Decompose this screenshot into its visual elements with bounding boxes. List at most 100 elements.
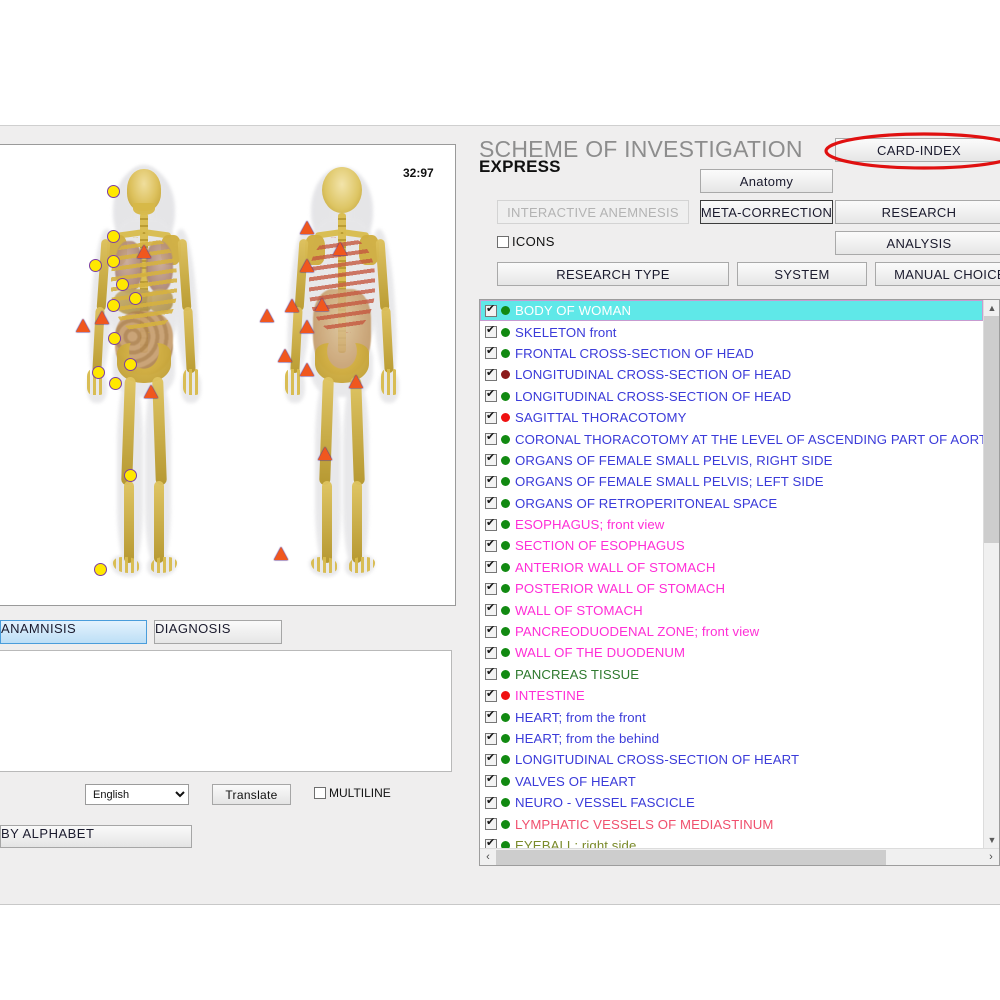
list-item-checkbox[interactable] — [485, 412, 497, 424]
marker-triangle[interactable] — [300, 363, 314, 376]
list-item[interactable]: SAGITTAL THORACOTOMY — [480, 407, 983, 428]
marker-dot[interactable] — [94, 563, 107, 576]
list-item[interactable]: ORGANS OF FEMALE SMALL PELVIS, RIGHT SID… — [480, 450, 983, 471]
body-front-view[interactable] — [39, 159, 249, 589]
list-item-checkbox[interactable] — [485, 583, 497, 595]
list-item-checkbox[interactable] — [485, 754, 497, 766]
list-item[interactable]: PANCREODUODENAL ZONE; front view — [480, 621, 983, 642]
list-item-checkbox[interactable] — [485, 476, 497, 488]
marker-dot[interactable] — [107, 185, 120, 198]
marker-dot[interactable] — [107, 230, 120, 243]
list-item-checkbox[interactable] — [485, 775, 497, 787]
marker-triangle[interactable] — [300, 259, 314, 272]
scroll-left-icon[interactable]: ‹ — [480, 849, 496, 865]
list-item-checkbox[interactable] — [485, 454, 497, 466]
list-item-checkbox[interactable] — [485, 326, 497, 338]
investigation-list[interactable]: BODY OF WOMANSKELETON frontFRONTAL CROSS… — [479, 299, 1000, 866]
list-item[interactable]: INTESTINE — [480, 685, 983, 706]
list-item[interactable]: LONGITUDINAL CROSS-SECTION OF HEAD — [480, 386, 983, 407]
list-item-checkbox[interactable] — [485, 305, 497, 317]
analysis-button[interactable]: ANALYSIS — [835, 231, 1000, 255]
horizontal-scroll-thumb[interactable] — [496, 850, 886, 865]
horizontal-scrollbar[interactable]: ‹ › — [480, 848, 999, 865]
marker-dot[interactable] — [107, 255, 120, 268]
list-item-checkbox[interactable] — [485, 733, 497, 745]
translate-button[interactable]: Translate — [212, 784, 291, 805]
manual-choice-button[interactable]: MANUAL CHOICE — [875, 262, 1000, 286]
list-item-checkbox[interactable] — [485, 797, 497, 809]
marker-triangle[interactable] — [274, 547, 288, 560]
list-item[interactable]: HEART; from the behind — [480, 728, 983, 749]
list-item[interactable]: FRONTAL CROSS-SECTION OF HEAD — [480, 343, 983, 364]
system-button[interactable]: SYSTEM — [737, 262, 867, 286]
list-item[interactable]: ESOPHAGUS; front view — [480, 514, 983, 535]
anatomy-viewport[interactable] — [0, 144, 456, 606]
list-item-checkbox[interactable] — [485, 561, 497, 573]
list-item[interactable]: WALL OF STOMACH — [480, 599, 983, 620]
research-type-button[interactable]: RESEARCH TYPE — [497, 262, 729, 286]
icons-checkbox-box[interactable] — [497, 236, 509, 248]
marker-dot[interactable] — [108, 332, 121, 345]
list-item-checkbox[interactable] — [485, 347, 497, 359]
list-item[interactable]: CORONAL THORACOTOMY AT THE LEVEL OF ASCE… — [480, 428, 983, 449]
marker-triangle[interactable] — [333, 242, 347, 255]
list-item[interactable]: ORGANS OF RETROPERITONEAL SPACE — [480, 493, 983, 514]
marker-triangle[interactable] — [318, 447, 332, 460]
scroll-up-icon[interactable]: ▲ — [984, 300, 1000, 316]
marker-dot[interactable] — [129, 292, 142, 305]
list-item[interactable]: PANCREAS TISSUE — [480, 664, 983, 685]
list-item[interactable]: ORGANS OF FEMALE SMALL PELVIS; LEFT SIDE — [480, 471, 983, 492]
scroll-down-icon[interactable]: ▼ — [984, 832, 1000, 848]
list-item-checkbox[interactable] — [485, 818, 497, 830]
marker-triangle[interactable] — [278, 349, 292, 362]
list-item[interactable]: SKELETON front — [480, 321, 983, 342]
marker-triangle[interactable] — [260, 309, 274, 322]
marker-dot[interactable] — [116, 278, 129, 291]
list-item-checkbox[interactable] — [485, 668, 497, 680]
list-item-checkbox[interactable] — [485, 519, 497, 531]
list-item[interactable]: HEART; from the front — [480, 706, 983, 727]
vertical-scroll-thumb[interactable] — [984, 316, 1000, 543]
list-item[interactable]: LONGITUDINAL CROSS-SECTION OF HEART — [480, 749, 983, 770]
list-item[interactable]: LONGITUDINAL CROSS-SECTION OF HEAD — [480, 364, 983, 385]
marker-triangle[interactable] — [285, 299, 299, 312]
marker-dot[interactable] — [109, 377, 122, 390]
list-item-checkbox[interactable] — [485, 433, 497, 445]
marker-triangle[interactable] — [300, 221, 314, 234]
list-item-checkbox[interactable] — [485, 390, 497, 402]
list-item[interactable]: EYEBALL; right side — [480, 835, 983, 848]
list-item[interactable]: POSTERIOR WALL OF STOMACH — [480, 578, 983, 599]
marker-triangle[interactable] — [95, 311, 109, 324]
marker-triangle[interactable] — [137, 245, 151, 258]
vertical-scrollbar[interactable]: ▲ ▼ — [983, 300, 999, 848]
multiline-checkbox[interactable]: MULTILINE — [314, 786, 391, 800]
language-select[interactable]: English — [85, 784, 189, 805]
list-item[interactable]: NEURO - VESSEL FASCICLE — [480, 792, 983, 813]
marker-dot[interactable] — [89, 259, 102, 272]
marker-dot[interactable] — [92, 366, 105, 379]
marker-triangle[interactable] — [315, 298, 329, 311]
research-button[interactable]: RESEARCH — [835, 200, 1000, 224]
list-item[interactable]: ANTERIOR WALL OF STOMACH — [480, 557, 983, 578]
notes-textarea[interactable] — [0, 650, 452, 772]
icons-checkbox[interactable]: ICONS — [497, 234, 555, 249]
list-item[interactable]: SECTION OF ESOPHAGUS — [480, 535, 983, 556]
list-item-checkbox[interactable] — [485, 690, 497, 702]
list-item-checkbox[interactable] — [485, 497, 497, 509]
list-item-checkbox[interactable] — [485, 604, 497, 616]
scroll-right-icon[interactable]: › — [983, 849, 999, 865]
multiline-checkbox-box[interactable] — [314, 787, 326, 799]
list-item-checkbox[interactable] — [485, 711, 497, 723]
list-item-checkbox[interactable] — [485, 647, 497, 659]
marker-dot[interactable] — [124, 358, 137, 371]
list-item-checkbox[interactable] — [485, 369, 497, 381]
marker-triangle[interactable] — [76, 319, 90, 332]
list-item[interactable]: WALL OF THE DUODENUM — [480, 642, 983, 663]
tab-anamnisis[interactable]: ANAMNISIS — [0, 620, 147, 644]
marker-dot[interactable] — [124, 469, 137, 482]
marker-triangle[interactable] — [300, 320, 314, 333]
marker-triangle[interactable] — [349, 375, 363, 388]
by-alphabet-button[interactable]: BY ALPHABET — [0, 825, 192, 848]
body-back-view[interactable] — [237, 159, 447, 589]
list-item-checkbox[interactable] — [485, 839, 497, 848]
